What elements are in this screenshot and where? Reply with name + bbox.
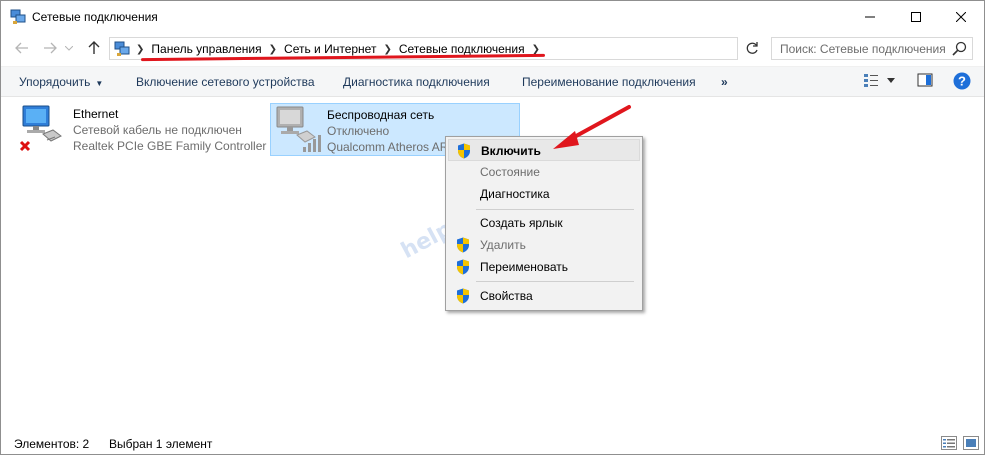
breadcrumb-control-panel[interactable]: Панель управления xyxy=(151,42,261,56)
connection-name: Беспроводная сеть xyxy=(327,108,435,122)
wireless-adapter-icon xyxy=(276,106,321,152)
large-icons-view-icon[interactable] xyxy=(963,436,979,450)
preview-pane-icon xyxy=(917,73,933,87)
annotation-arrow xyxy=(553,105,631,149)
back-button[interactable] xyxy=(13,39,31,57)
menu-item-delete[interactable]: Удалить xyxy=(448,234,640,256)
view-options-button[interactable] xyxy=(887,78,895,83)
connection-name: Ethernet xyxy=(73,107,119,121)
connection-status: Отключено xyxy=(327,124,390,138)
uac-shield-icon xyxy=(457,259,469,275)
caret-down-icon xyxy=(887,78,895,83)
chevron-right-icon[interactable]: ❯ xyxy=(383,44,391,55)
breadcrumb-network-internet[interactable]: Сеть и Интернет xyxy=(284,42,376,56)
help-icon: ? xyxy=(953,72,971,90)
maximize-button[interactable] xyxy=(893,1,939,32)
preview-pane-button[interactable] xyxy=(917,72,933,88)
menu-item-rename[interactable]: Переименовать xyxy=(448,256,640,278)
network-connections-window: Сетевые подключения ❯ Панель управления … xyxy=(0,0,985,455)
menu-item-label: Диагностика xyxy=(480,187,550,201)
recent-locations-button[interactable] xyxy=(63,39,75,57)
minimize-icon xyxy=(865,16,875,17)
organize-label: Упорядочить xyxy=(19,75,91,89)
organize-button[interactable]: Упорядочить ▼ xyxy=(19,75,103,89)
rename-button[interactable]: Переименование подключения xyxy=(522,75,696,89)
context-menu: Включить Состояние Диагностика Создать я… xyxy=(445,136,643,311)
menu-item-label: Переименовать xyxy=(480,260,568,274)
forward-arrow-icon xyxy=(44,42,57,54)
change-view-button[interactable] xyxy=(863,72,879,88)
item-count: Элементов: 2 xyxy=(14,437,90,451)
chevron-right-icon[interactable]: ❯ xyxy=(532,44,540,55)
chevron-right-icon[interactable]: ❯ xyxy=(136,44,144,55)
up-arrow-icon xyxy=(88,41,100,54)
selection-count: Выбран 1 элемент xyxy=(109,437,213,451)
menu-item-label: Удалить xyxy=(480,238,526,252)
chevron-right-icon[interactable]: ❯ xyxy=(269,44,277,55)
chevron-down-icon xyxy=(65,45,73,51)
menu-item-label: Свойства xyxy=(480,289,533,303)
close-icon xyxy=(956,11,966,22)
refresh-icon xyxy=(746,42,758,54)
minimize-button[interactable] xyxy=(847,1,893,32)
menu-item-properties[interactable]: Свойства xyxy=(448,285,640,307)
help-button[interactable]: ? xyxy=(953,72,971,90)
menu-item-status[interactable]: Состояние xyxy=(448,161,640,183)
command-bar: Упорядочить ▼ Включение сетевого устройст… xyxy=(1,66,984,97)
menu-separator xyxy=(476,209,634,210)
uac-shield-icon xyxy=(458,143,470,159)
caret-down-icon: ▼ xyxy=(95,79,104,88)
maximize-icon xyxy=(911,11,921,22)
menu-item-create-shortcut[interactable]: Создать ярлык xyxy=(448,212,640,234)
network-connections-icon xyxy=(114,41,130,56)
close-button[interactable] xyxy=(938,1,984,32)
menu-item-label: Создать ярлык xyxy=(480,216,563,230)
menu-item-label: Включить xyxy=(481,144,541,158)
menu-item-diagnose[interactable]: Диагностика xyxy=(448,183,640,205)
menu-separator xyxy=(476,281,634,282)
diagnose-button[interactable]: Диагностика подключения xyxy=(343,75,490,89)
back-arrow-icon xyxy=(15,42,28,54)
status-bar: Элементов: 2 Выбран 1 элемент xyxy=(1,432,984,454)
title-bar: Сетевые подключения xyxy=(1,1,984,32)
view-details-icon xyxy=(864,74,878,87)
search-placeholder: Поиск: Сетевые подключения xyxy=(780,42,946,56)
connection-ethernet[interactable]: Ethernet Сетевой кабель не подключен Rea… xyxy=(15,102,267,156)
uac-shield-icon xyxy=(457,237,469,253)
connection-device: Qualcomm Atheros AR xyxy=(327,140,449,154)
up-button[interactable] xyxy=(85,39,103,57)
svg-text:?: ? xyxy=(958,74,966,89)
window-title: Сетевые подключения xyxy=(32,10,158,24)
more-commands-button[interactable]: » xyxy=(721,75,728,89)
uac-shield-icon xyxy=(457,288,469,304)
search-input[interactable]: Поиск: Сетевые подключения xyxy=(771,37,973,60)
connection-device: Realtek PCIe GBE Family Controller xyxy=(73,139,267,153)
connection-status: Сетевой кабель не подключен xyxy=(73,123,242,137)
details-view-icon[interactable] xyxy=(941,436,957,450)
ethernet-adapter-icon xyxy=(19,105,62,152)
menu-item-label: Состояние xyxy=(480,165,540,179)
refresh-button[interactable] xyxy=(741,38,763,58)
enable-device-button[interactable]: Включение сетевого устройства xyxy=(136,75,315,89)
network-connections-icon xyxy=(10,9,26,24)
forward-button[interactable] xyxy=(41,39,59,57)
search-icon[interactable] xyxy=(952,41,967,56)
